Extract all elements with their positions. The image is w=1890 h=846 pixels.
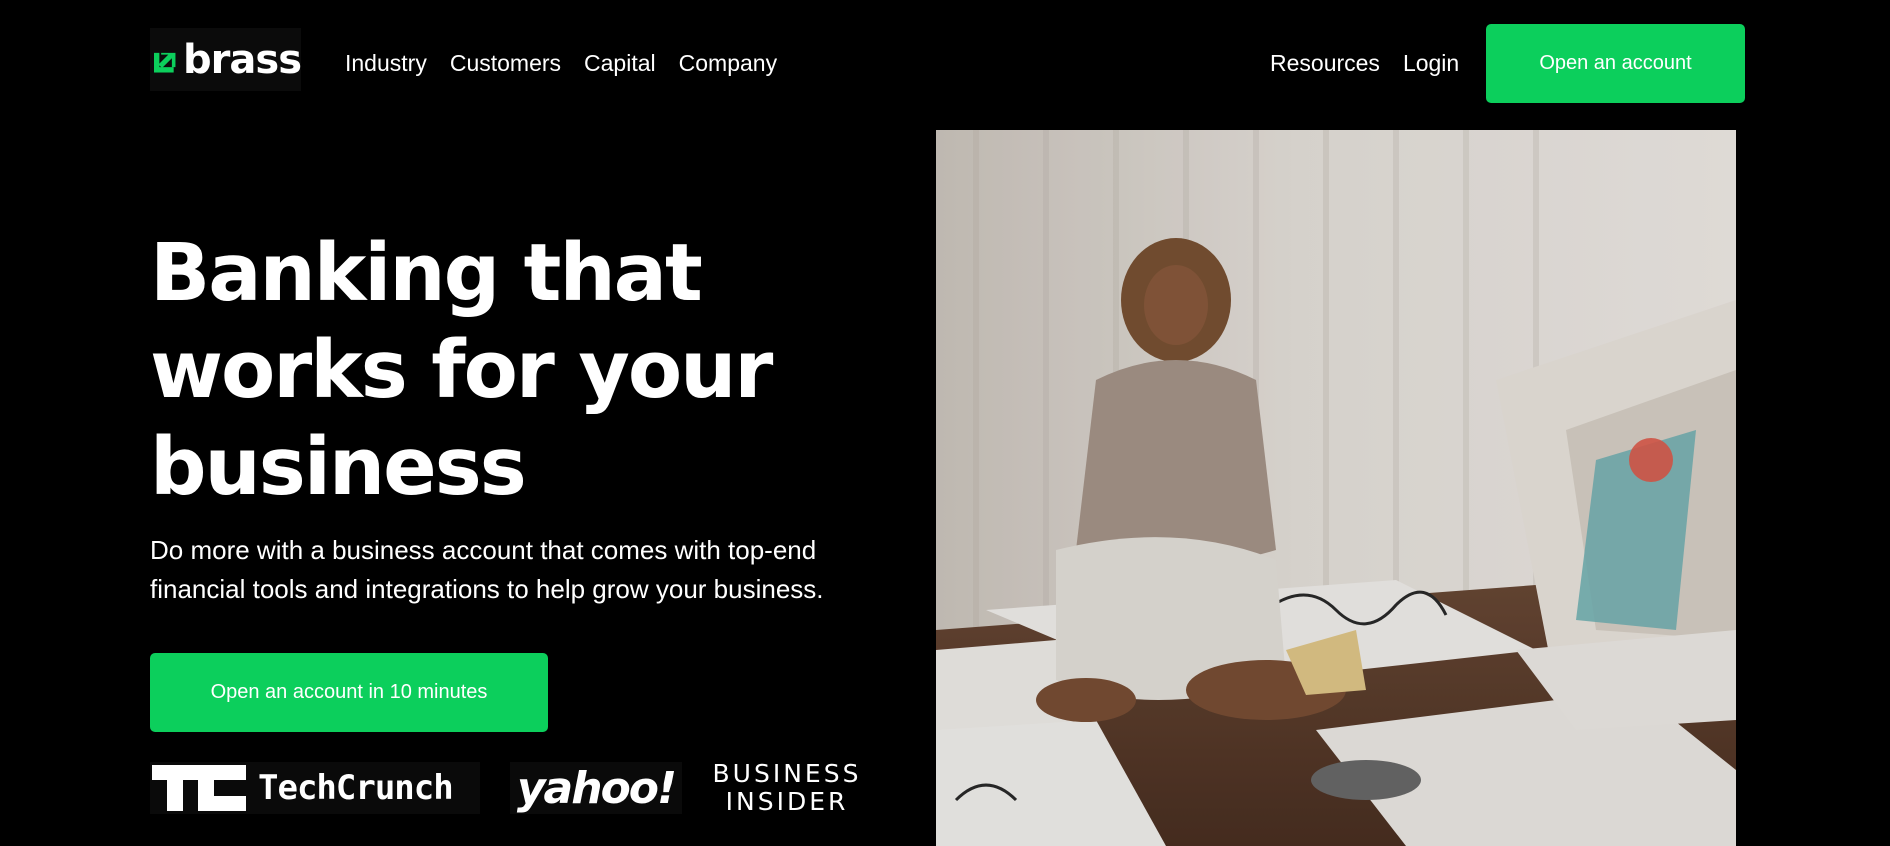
nav-company[interactable]: Company [679, 46, 777, 80]
techcrunch-mark-icon [152, 765, 246, 811]
nav-resources[interactable]: Resources [1270, 46, 1380, 80]
open-account-button[interactable]: Open an account [1486, 24, 1745, 103]
business-insider-line1: BUSINESS [712, 759, 862, 788]
techcrunch-logo: TechCrunch [150, 762, 480, 814]
hero-photo-illustration [936, 130, 1736, 846]
primary-nav: Industry Customers Capital Company [345, 46, 777, 80]
hero-image [936, 130, 1736, 846]
techcrunch-wordmark: TechCrunch [258, 768, 454, 808]
arrow-up-right-icon [154, 52, 176, 73]
brand-name: brass [183, 36, 302, 83]
nav-customers[interactable]: Customers [450, 46, 561, 80]
hero-open-account-button[interactable]: Open an account in 10 minutes [150, 653, 548, 732]
nav-capital[interactable]: Capital [584, 46, 656, 80]
nav-login[interactable]: Login [1403, 46, 1459, 80]
business-insider-line2: INSIDER [725, 787, 849, 816]
secondary-nav: Resources Login [1270, 46, 1459, 80]
hero-title: Banking that works for your business [150, 227, 773, 513]
hero-subtitle: Do more with a business account that com… [150, 535, 824, 604]
brand-logo[interactable]: brass [150, 28, 302, 91]
business-insider-logo: BUSINESS INSIDER [712, 760, 862, 816]
yahoo-logo: yahoo! [510, 762, 682, 814]
nav-industry[interactable]: Industry [345, 46, 427, 80]
press-logos: TechCrunch yahoo! BUSINESS INSIDER [150, 760, 862, 816]
